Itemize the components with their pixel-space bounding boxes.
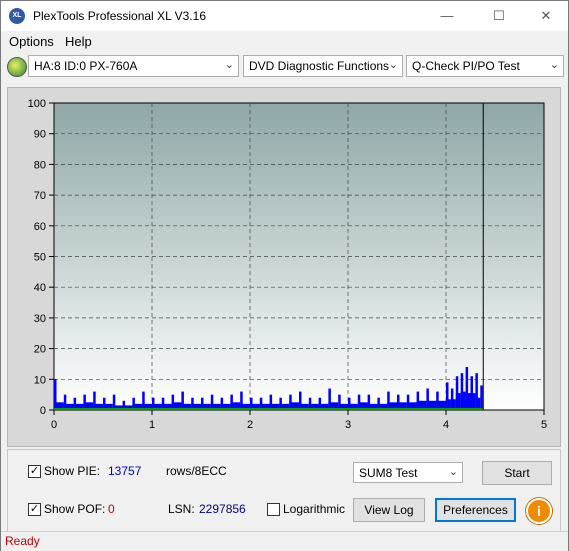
y-tick-label: 0 <box>40 405 46 417</box>
drive-select-value: HA:8 ID:0 PX-760A <box>34 59 138 73</box>
test-select-value: Q-Check PI/PO Test <box>412 59 520 73</box>
x-tick-label: 2 <box>247 419 253 431</box>
show-pie-label: Show PIE: <box>44 464 101 478</box>
pie-bar <box>480 385 483 410</box>
window-title: PlexTools Professional XL V3.16 <box>33 9 206 23</box>
maximize-button[interactable]: ☐ <box>485 5 513 27</box>
info-icon[interactable]: i <box>526 498 552 524</box>
sum8-test-value: SUM8 Test <box>359 466 418 480</box>
disc-drive-icon <box>7 57 27 77</box>
menu-help[interactable]: Help <box>65 34 92 49</box>
y-tick-label: 100 <box>28 98 46 110</box>
sum8-test-select[interactable]: SUM8 Test ⌄ <box>353 462 463 483</box>
lsn-label: LSN: <box>168 502 195 516</box>
menu-bar: Options Help <box>1 31 568 53</box>
pie-bar-band <box>455 393 461 410</box>
y-tick-label: 90 <box>34 129 46 141</box>
title-bar: XL PlexTools Professional XL V3.16 — ☐ ✕ <box>1 1 568 31</box>
lsn-value: 2297856 <box>199 502 246 516</box>
app-window: XL PlexTools Professional XL V3.16 — ☐ ✕… <box>0 0 569 551</box>
close-button[interactable]: ✕ <box>532 5 560 27</box>
x-tick-label: 4 <box>443 419 449 431</box>
chevron-down-icon: ⌄ <box>388 59 398 71</box>
y-tick-label: 70 <box>34 190 46 202</box>
show-pof-checkbox[interactable]: ✓ <box>28 503 41 516</box>
preferences-button[interactable]: Preferences <box>435 498 516 522</box>
pie-value: 13757 <box>108 464 142 478</box>
y-tick-label: 60 <box>34 221 46 233</box>
chevron-down-icon: ⌄ <box>448 466 458 478</box>
y-tick-label: 80 <box>34 159 46 171</box>
pi-po-chart: 0 10 20 30 40 50 60 70 80 90 100 0 1 2 3 4 5 <box>28 98 547 431</box>
x-tick-label: 1 <box>149 419 155 431</box>
pie-bar-band <box>460 391 466 410</box>
function-select[interactable]: DVD Diagnostic Functions ⌄ <box>243 55 403 77</box>
rows-unit-label: rows/8ECC <box>166 464 227 478</box>
function-select-value: DVD Diagnostic Functions <box>249 59 390 73</box>
minimize-button[interactable]: — <box>433 5 461 27</box>
pie-bar-band <box>470 393 476 410</box>
y-tick-label: 10 <box>34 374 46 386</box>
y-tick-label: 30 <box>34 313 46 325</box>
x-tick-label: 5 <box>541 419 547 431</box>
start-button[interactable]: Start <box>482 461 552 485</box>
pie-bar-band <box>465 393 471 410</box>
x-tick-label: 3 <box>345 419 351 431</box>
test-select[interactable]: Q-Check PI/PO Test ⌄ <box>406 55 564 77</box>
y-tick-label: 50 <box>34 252 46 264</box>
y-tick-label: 40 <box>34 282 46 294</box>
app-logo-icon: XL <box>9 8 25 24</box>
view-log-button[interactable]: View Log <box>353 498 425 522</box>
logarithmic-label: Logarithmic <box>283 502 346 516</box>
show-pie-checkbox[interactable]: ✓ <box>28 465 41 478</box>
status-text: Ready <box>5 534 40 548</box>
logarithmic-checkbox[interactable] <box>267 503 280 516</box>
chevron-down-icon: ⌄ <box>549 59 559 71</box>
menu-options[interactable]: Options <box>9 34 54 49</box>
chevron-down-icon: ⌄ <box>224 59 234 71</box>
chart-panel: 0 10 20 30 40 50 60 70 80 90 100 0 1 2 3 4 5 <box>7 87 561 447</box>
status-bar: Ready <box>1 531 568 551</box>
pof-value: 0 <box>108 502 115 516</box>
toolbar: HA:8 ID:0 PX-760A ⌄ DVD Diagnostic Funct… <box>1 53 568 81</box>
y-tick-label: 20 <box>34 344 46 356</box>
settings-panel: ✓ Show PIE: 13757 rows/8ECC SUM8 Test ⌄ … <box>7 449 561 533</box>
show-pof-label: Show POF: <box>44 502 106 516</box>
drive-select[interactable]: HA:8 ID:0 PX-760A ⌄ <box>28 55 239 77</box>
x-tick-label: 0 <box>51 419 57 431</box>
